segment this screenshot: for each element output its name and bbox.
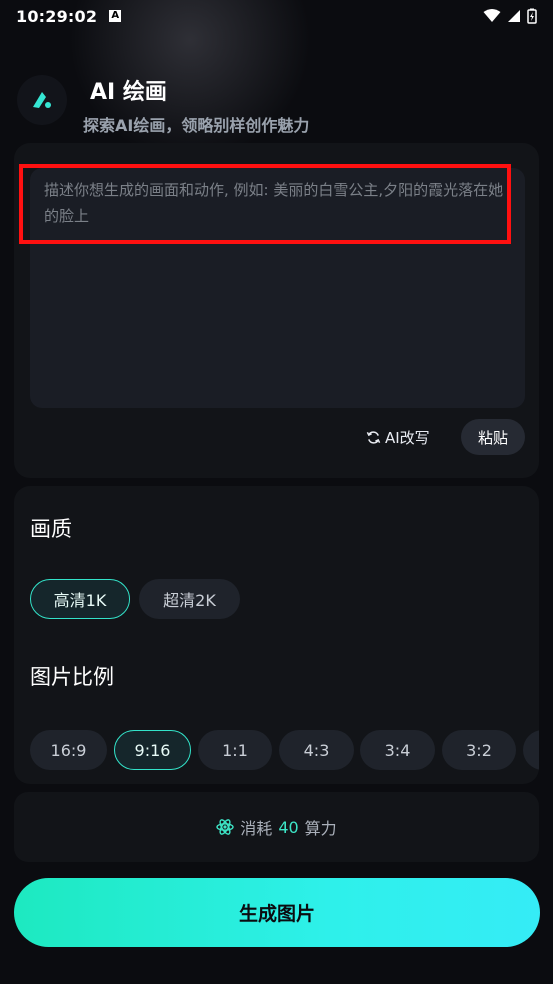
app-logo bbox=[17, 75, 67, 125]
cost-prefix: 消耗 bbox=[240, 819, 273, 838]
ai-rewrite-button[interactable]: AI改写 bbox=[366, 426, 430, 448]
status-time: 10:29:02 bbox=[16, 6, 98, 26]
paste-button[interactable]: 粘贴 bbox=[461, 419, 525, 455]
signal-icon bbox=[508, 10, 520, 22]
ai-rewrite-label: AI改写 bbox=[385, 428, 430, 447]
app-header: AI 绘画 探索AI绘画，领略别样创作魅力 bbox=[0, 70, 553, 140]
wifi-icon bbox=[483, 9, 501, 22]
ratio-option-3-4[interactable]: 3:4 bbox=[360, 730, 435, 770]
atom-icon bbox=[216, 819, 234, 835]
cost-suffix: 算力 bbox=[304, 819, 337, 838]
page-title: AI 绘画 bbox=[90, 80, 167, 105]
ratio-option-9-16[interactable]: 9:16 bbox=[114, 730, 191, 770]
cost-amount: 40 bbox=[278, 817, 299, 837]
status-bar: 10:29:02 A bbox=[0, 0, 553, 32]
ratio-option-more[interactable] bbox=[523, 730, 539, 770]
highlight-annotation bbox=[19, 164, 511, 244]
quality-option-1k[interactable]: 高清1K bbox=[30, 579, 130, 619]
ratio-option-16-9[interactable]: 16:9 bbox=[30, 730, 107, 770]
page-subtitle: 探索AI绘画，领略别样创作魅力 bbox=[83, 116, 310, 135]
ratio-option-3-2[interactable]: 3:2 bbox=[442, 730, 516, 770]
generate-button[interactable]: 生成图片 bbox=[14, 878, 540, 947]
ratio-title: 图片比例 bbox=[30, 665, 114, 689]
status-icons bbox=[483, 8, 537, 24]
cost-card: 消耗 40 算力 bbox=[14, 792, 539, 862]
ratio-option-1-1[interactable]: 1:1 bbox=[198, 730, 272, 770]
quality-option-2k[interactable]: 超清2K bbox=[139, 579, 240, 619]
settings-card: 画质 高清1K 超清2K 图片比例 16:9 9:16 1:1 4:3 3:4 … bbox=[14, 486, 539, 784]
ratio-option-4-3[interactable]: 4:3 bbox=[279, 730, 354, 770]
quality-title: 画质 bbox=[30, 517, 72, 541]
refresh-icon bbox=[366, 430, 381, 444]
battery-icon bbox=[527, 8, 537, 24]
app-logo-icon bbox=[33, 92, 51, 108]
status-notification-badge: A bbox=[109, 10, 122, 22]
